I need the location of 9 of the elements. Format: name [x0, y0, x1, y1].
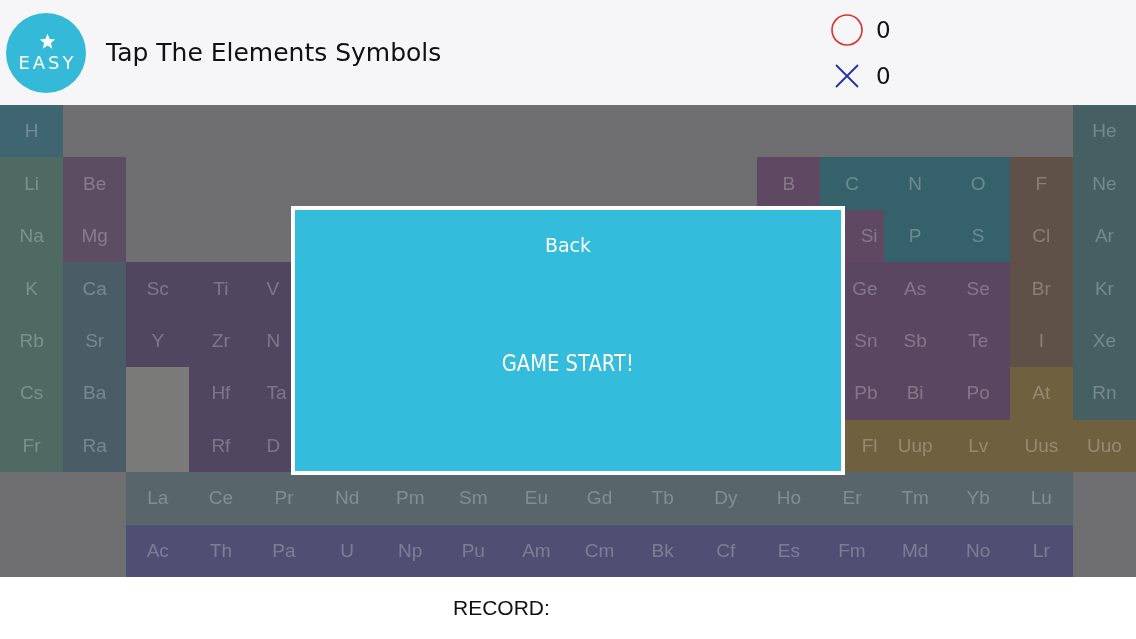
back-button[interactable]: Back	[536, 232, 600, 258]
circle-icon	[830, 12, 864, 47]
star-icon	[39, 32, 56, 50]
game-start-message: GAME START!	[501, 350, 635, 376]
game-title: Tap The Elements Symbols	[106, 38, 443, 67]
record-label: RECORD:	[453, 596, 550, 620]
level-badge[interactable]: EASY	[6, 12, 86, 93]
score-count: 0	[876, 16, 891, 43]
score-count: 0	[876, 62, 891, 89]
